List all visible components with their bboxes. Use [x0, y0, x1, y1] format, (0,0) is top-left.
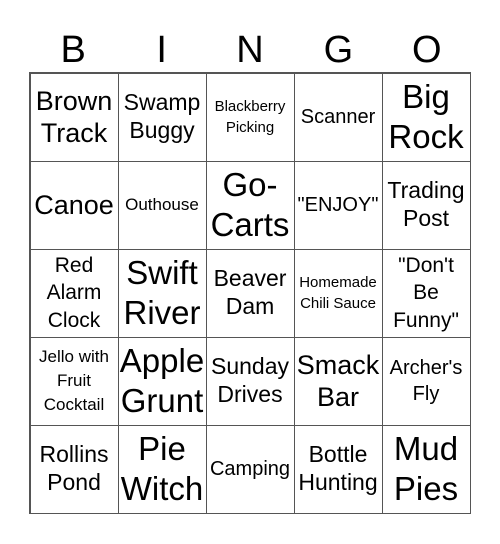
bingo-cell[interactable]: Canoe	[29, 160, 119, 250]
bingo-cell[interactable]: Rollins Pond	[29, 424, 119, 514]
bingo-cell[interactable]: Trading Post	[381, 160, 471, 250]
bingo-cell[interactable]: Red Alarm Clock	[29, 248, 119, 338]
header-letter-g: G	[323, 29, 354, 71]
bingo-header: B I N G O	[29, 28, 471, 72]
bingo-cell[interactable]: Sunday Drives	[205, 336, 295, 426]
bingo-cell[interactable]: "ENJOY"	[293, 160, 383, 250]
header-letter-n: N	[236, 29, 264, 71]
bingo-cell[interactable]: Apple Grunt	[117, 336, 207, 426]
bingo-cell[interactable]: Brown Track	[29, 72, 119, 162]
bingo-cell[interactable]: Homemade Chili Sauce	[293, 248, 383, 338]
bingo-cell[interactable]: Beaver Dam	[205, 248, 295, 338]
bingo-cell[interactable]: Smack Bar	[293, 336, 383, 426]
bingo-cell[interactable]: Blackberry Picking	[205, 72, 295, 162]
bingo-cell[interactable]: Scanner	[293, 72, 383, 162]
bingo-cell[interactable]: Swamp Buggy	[117, 72, 207, 162]
bingo-cell[interactable]: Go-Carts	[205, 160, 295, 250]
bingo-cell[interactable]: Jello with Fruit Cocktail	[29, 336, 119, 426]
bingo-cell[interactable]: "Don't Be Funny"	[381, 248, 471, 338]
header-letter-i: I	[156, 29, 167, 71]
bingo-cell[interactable]: Outhouse	[117, 160, 207, 250]
bingo-cell[interactable]: Swift River	[117, 248, 207, 338]
bingo-grid: Brown Track Swamp Buggy Blackberry Picki…	[29, 72, 471, 514]
header-letter-o: O	[412, 29, 442, 71]
bingo-cell[interactable]: Mud Pies	[381, 424, 471, 514]
bingo-cell[interactable]: Big Rock	[381, 72, 471, 162]
bingo-cell[interactable]: Camping	[205, 424, 295, 514]
bingo-cell[interactable]: Pie Witch	[117, 424, 207, 514]
bingo-cell[interactable]: Bottle Hunting	[293, 424, 383, 514]
header-letter-b: B	[60, 29, 86, 71]
bingo-cell[interactable]: Archer's Fly	[381, 336, 471, 426]
